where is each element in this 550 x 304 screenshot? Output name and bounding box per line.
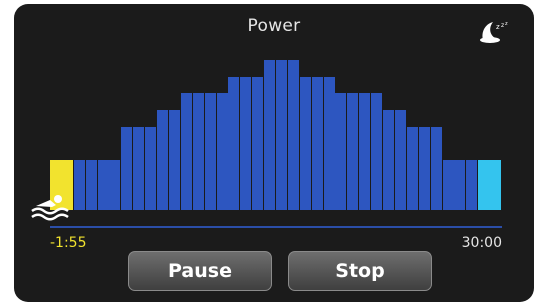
power-bar bbox=[97, 160, 109, 210]
power-bar bbox=[228, 77, 240, 210]
power-profile-chart bbox=[50, 4, 502, 210]
power-bar bbox=[371, 93, 383, 210]
power-bar bbox=[442, 160, 454, 210]
power-bar bbox=[180, 93, 192, 210]
power-bar bbox=[168, 110, 180, 210]
power-bar bbox=[121, 127, 133, 210]
power-bar bbox=[311, 77, 323, 210]
power-bar bbox=[85, 160, 97, 210]
power-bar bbox=[192, 93, 204, 210]
elapsed-time: -1:55 bbox=[50, 235, 87, 251]
power-bar bbox=[216, 93, 228, 210]
power-bar bbox=[109, 160, 121, 210]
power-bar bbox=[276, 60, 287, 210]
power-bar bbox=[335, 93, 347, 210]
pause-button[interactable]: Pause bbox=[128, 251, 272, 291]
power-bar bbox=[145, 127, 157, 210]
power-bar bbox=[383, 110, 395, 210]
power-bar bbox=[478, 160, 501, 210]
total-time: 30:00 bbox=[461, 235, 502, 251]
power-bar bbox=[73, 160, 85, 210]
power-bar bbox=[359, 93, 371, 210]
power-bar bbox=[430, 127, 442, 210]
power-bar bbox=[204, 93, 216, 210]
svg-text:z: z bbox=[505, 21, 508, 27]
power-bar bbox=[454, 160, 466, 210]
swimmer-icon bbox=[31, 195, 69, 221]
power-bar bbox=[394, 110, 406, 210]
power-bar bbox=[240, 77, 252, 210]
power-bar bbox=[287, 60, 299, 210]
power-bar bbox=[252, 77, 264, 210]
power-bar bbox=[264, 60, 276, 210]
power-bar bbox=[157, 110, 169, 210]
power-bar bbox=[406, 127, 418, 210]
power-bar bbox=[299, 77, 311, 210]
power-bar bbox=[418, 127, 430, 210]
power-bar bbox=[466, 160, 478, 210]
power-bar bbox=[133, 127, 145, 210]
timeline-bar bbox=[50, 226, 502, 228]
stop-button[interactable]: Stop bbox=[288, 251, 432, 291]
power-bar bbox=[323, 77, 335, 210]
workout-screen: Power z z z -1:55 30:00 Pause Stop bbox=[14, 4, 534, 302]
power-bar bbox=[347, 93, 359, 210]
